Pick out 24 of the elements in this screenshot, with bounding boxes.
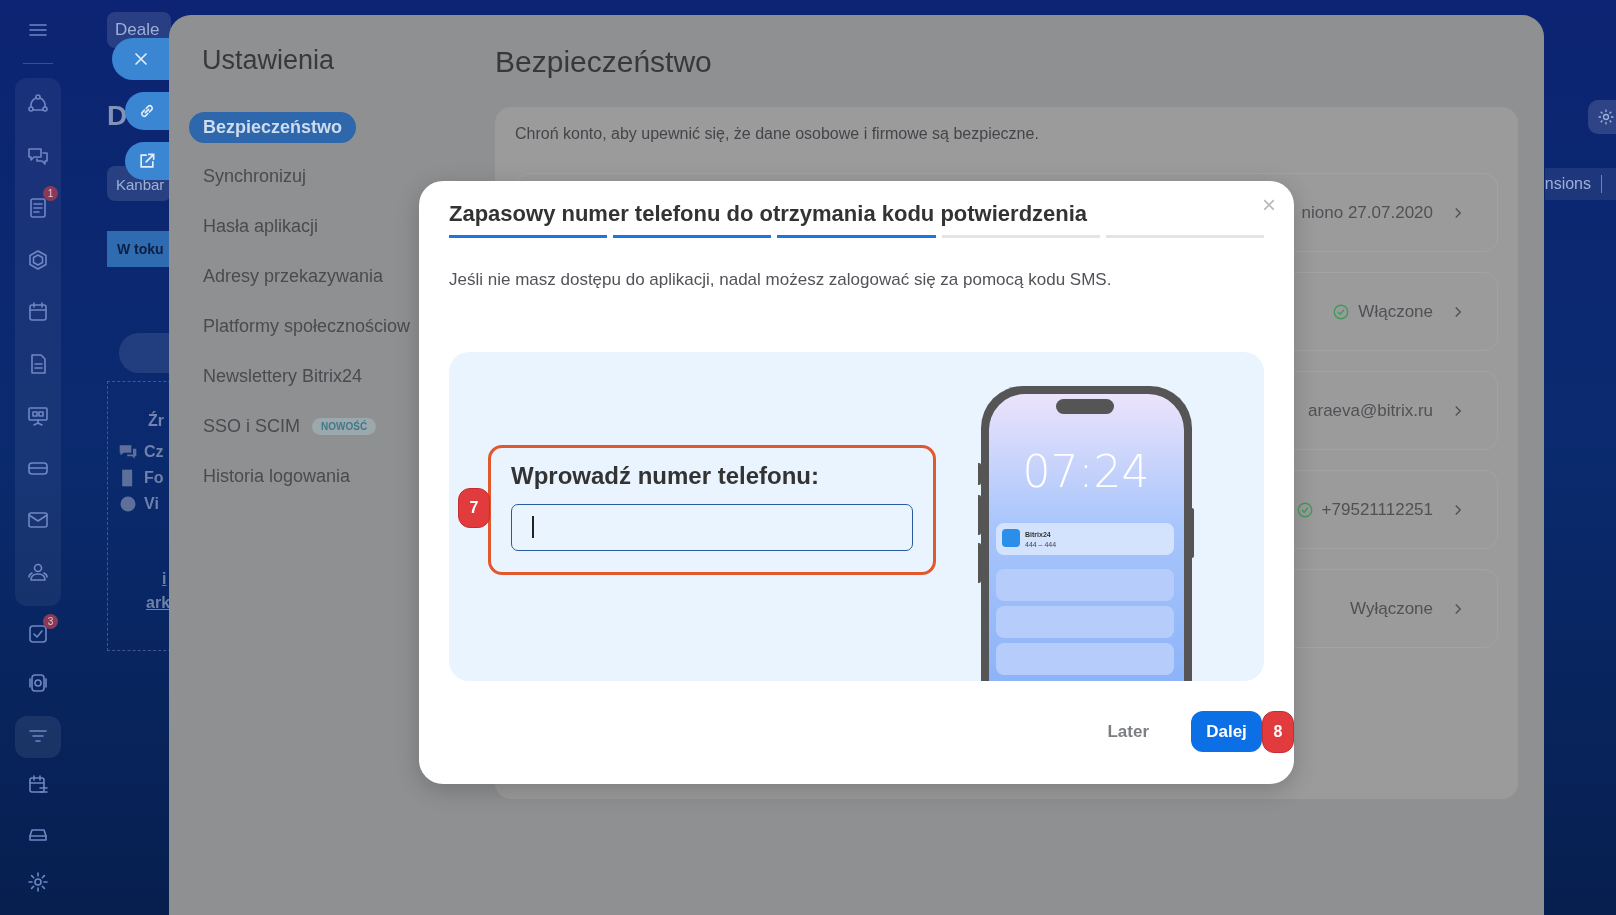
dialog-title: Zapasowy numer telefonu do otrzymania kodu potwierdzenia — [449, 201, 1089, 227]
row-value: araeva@bitrix.ru — [1308, 400, 1433, 421]
dialog-text: Jeśli nie masz dostępu do aplikacji, nadal możesz zalogować się za pomocą kodu SMS. — [449, 270, 1113, 290]
field-label: Wprowadź numer telefonu: — [511, 461, 820, 490]
section-label: Źr — [147, 412, 165, 430]
row-value: niono 27.07.2020 — [1301, 202, 1433, 223]
stage-header: W toku — [107, 231, 171, 267]
settings-title: Ustawienia — [202, 45, 335, 76]
toolbar-label: nsions — [1544, 175, 1591, 193]
new-badge: NOWOŚĆ — [312, 418, 377, 435]
section-title: Bezpieczeństwo — [495, 45, 713, 79]
notification-count: 3 — [43, 613, 58, 629]
notification-count: 1 — [43, 185, 58, 201]
step-marker: 7 — [458, 487, 490, 528]
row-value: Wyłączone — [1350, 598, 1433, 619]
description: Chroń konto, aby upewnić się, że dane osobowe i firmowe są bezpieczne. — [515, 125, 1040, 143]
step-marker: 8 — [1262, 711, 1294, 753]
channel-label: Fo — [144, 469, 164, 487]
channel-label: Vi — [144, 495, 159, 513]
clock-time: 07:24 — [1022, 446, 1150, 497]
row-value: Włączone — [1358, 301, 1433, 322]
row-value: +79521112251 — [1321, 499, 1433, 520]
channel-label: Cz — [144, 443, 164, 461]
page-title: D — [107, 100, 128, 132]
